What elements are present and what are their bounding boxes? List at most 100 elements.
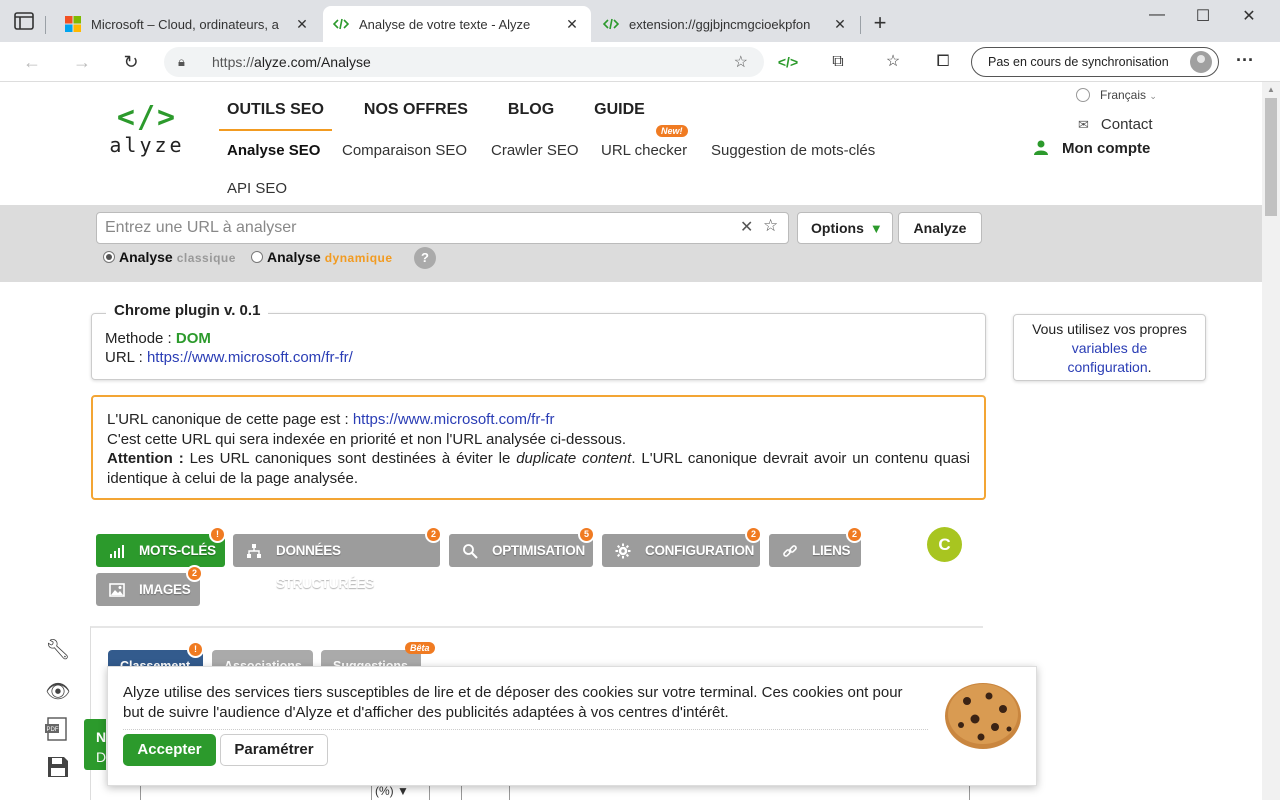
canonical-line: L'URL canonique de cette page est : http… xyxy=(107,410,970,430)
back-icon[interactable]: ← xyxy=(18,48,46,76)
account-link[interactable]: Mon compte xyxy=(1034,140,1150,157)
url-input[interactable] xyxy=(105,217,725,239)
image-icon xyxy=(109,583,125,597)
category-label: IMAGES xyxy=(139,582,191,597)
language-label: Français xyxy=(1100,88,1147,102)
close-tab-icon[interactable]: ✕ xyxy=(831,16,849,33)
category-images[interactable]: IMAGES xyxy=(96,573,200,606)
subnav-suggestion-mots-cles[interactable]: Suggestion de mots-clés xyxy=(711,142,875,159)
radio-analyse-classique[interactable]: Analyse classique xyxy=(103,249,236,265)
tab-alyze[interactable]: Analyse de votre texte - Alyze ✕ xyxy=(323,6,591,42)
nav-nos-offres[interactable]: NOS OFFRES xyxy=(356,101,476,131)
category-mots-cles[interactable]: MOTS-CLÉS xyxy=(96,534,225,567)
extensions-puzzle-icon[interactable]: ⧉ xyxy=(827,51,849,73)
method-label: Methode : xyxy=(105,330,176,347)
analyze-button[interactable]: Analyze xyxy=(898,212,982,244)
contact-label: Contact xyxy=(1100,116,1153,133)
search-band: ✕ ☆ Options▼ Analyze Analyseclassique An… xyxy=(0,205,1262,282)
cookie-settings-button[interactable]: Paramétrer xyxy=(220,734,328,766)
lock-icon[interactable]: 🔒︎ xyxy=(178,54,185,70)
canonical-attention: Attention : Les URL canoniques sont dest… xyxy=(107,449,970,488)
page-viewport: </> alyze OUTILS SEO NOS OFFRES BLOG GUI… xyxy=(0,82,1262,800)
category-configuration[interactable]: CONFIGURATION xyxy=(602,534,760,567)
minimize-icon[interactable]: — xyxy=(1134,6,1180,30)
browser-tabbar: Microsoft – Cloud, ordinateurs, a ✕ Anal… xyxy=(0,0,1280,42)
config-notice-dot: . xyxy=(1147,359,1152,375)
accept-cookies-button[interactable]: Accepter xyxy=(123,734,216,766)
tab-extension[interactable]: extension://ggjbjncmgcioekpfon ✕ xyxy=(593,6,859,42)
subnav-comparaison-seo[interactable]: Comparaison SEO xyxy=(342,142,467,159)
save-icon[interactable] xyxy=(43,755,73,783)
close-tab-icon[interactable]: ✕ xyxy=(563,16,581,33)
forward-icon[interactable]: → xyxy=(68,48,96,76)
favorite-star-icon[interactable]: ☆ xyxy=(763,216,778,236)
beta-badge: Bêta xyxy=(405,642,435,654)
clear-icon[interactable]: ✕ xyxy=(740,217,753,237)
svg-text:PDF: PDF xyxy=(47,727,59,733)
subnav-crawler-seo[interactable]: Crawler SEO xyxy=(491,142,579,159)
eye-icon[interactable]: 👁︎ xyxy=(43,679,73,707)
column-sort-header[interactable]: (%) ▼ xyxy=(375,784,409,798)
canonical-text: L'URL canonique de cette page est : xyxy=(107,411,353,428)
favorites-icon[interactable]: ☆ xyxy=(882,51,904,73)
code-icon xyxy=(333,18,349,30)
subnav-analyse-seo[interactable]: Analyse SEO xyxy=(227,142,320,159)
more-menu-icon[interactable]: ··· xyxy=(1236,50,1254,71)
tab-microsoft[interactable]: Microsoft – Cloud, ordinateurs, a ✕ xyxy=(55,6,321,42)
config-variables-link[interactable]: variables de configuration xyxy=(1067,340,1147,375)
radio-label: Analyse xyxy=(119,249,173,265)
pdf-icon[interactable]: PDF xyxy=(43,717,73,745)
tab-title: Microsoft – Cloud, ordinateurs, a xyxy=(91,16,279,32)
new-tab-icon[interactable]: + xyxy=(868,12,892,36)
close-window-icon[interactable]: ✕ xyxy=(1226,6,1272,30)
site-logo[interactable]: </> alyze xyxy=(108,100,186,157)
address-bar[interactable]: 🔒︎ https://alyze.com/Analyse ☆ xyxy=(164,47,764,77)
category-optimisation[interactable]: OPTIMISATION xyxy=(449,534,593,567)
envelope-icon: ✉ xyxy=(1078,117,1089,132)
analyzed-url-link[interactable]: https://www.microsoft.com/fr-fr/ xyxy=(147,349,353,366)
count-badge: 5 xyxy=(578,526,595,543)
canonical-url-link[interactable]: https://www.microsoft.com/fr-fr xyxy=(353,411,555,428)
scroll-up-icon[interactable]: ▲ xyxy=(1267,85,1275,94)
side-notification-tab[interactable]: ND xyxy=(84,719,106,770)
chevron-down-icon: ⌄ xyxy=(1149,91,1157,101)
wrench-icon[interactable]: 🔧︎ xyxy=(43,637,73,665)
radio-dot xyxy=(103,251,115,263)
language-selector[interactable]: Français ⌄ xyxy=(1076,88,1157,102)
help-icon[interactable]: ? xyxy=(414,247,436,269)
url-host-path: alyze.com/Analyse xyxy=(254,54,371,70)
main-nav: OUTILS SEO NOS OFFRES BLOG GUIDE xyxy=(219,101,677,131)
cookie-divider xyxy=(123,729,928,730)
maximize-icon[interactable]: ☐ xyxy=(1180,6,1226,30)
refresh-icon[interactable]: ↻ xyxy=(117,48,145,76)
page-scrollbar[interactable]: ▲ xyxy=(1262,82,1280,800)
tab-title: Analyse de votre texte - Alyze xyxy=(359,16,531,32)
category-donnees-structurees[interactable]: DONNÉES STRUCTURÉES xyxy=(233,534,440,591)
sitemap-icon xyxy=(247,544,261,558)
cookie-banner: Alyze utilise des services tiers suscept… xyxy=(107,666,1037,786)
nav-outils-seo[interactable]: OUTILS SEO xyxy=(219,101,332,131)
radio-analyse-dynamique[interactable]: Analyse dynamique xyxy=(251,249,393,265)
account-label: Mon compte xyxy=(1062,140,1151,157)
collections-icon[interactable]: ⧠ xyxy=(932,51,954,73)
options-button[interactable]: Options ▼ xyxy=(797,212,893,244)
nav-blog[interactable]: BLOG xyxy=(500,101,562,131)
logo-symbol: </> xyxy=(116,100,178,135)
gear-icon xyxy=(615,543,631,559)
radio-label: Analyse xyxy=(267,249,321,265)
nav-guide[interactable]: GUIDE xyxy=(586,101,653,131)
profile-sync-button[interactable]: Pas en cours de synchronisation xyxy=(971,47,1219,77)
attention-emphasis: duplicate content xyxy=(516,450,632,467)
add-favorite-icon[interactable]: ☆ xyxy=(734,52,748,72)
tab-actions-icon[interactable] xyxy=(14,12,34,30)
radio-dot xyxy=(251,251,263,263)
count-badge: 2 xyxy=(425,526,442,543)
new-badge: New! xyxy=(656,125,688,137)
attention-label: Attention : xyxy=(107,450,184,467)
alyze-extension-icon[interactable]: </> xyxy=(777,51,799,73)
subnav-url-checker[interactable]: URL checker xyxy=(601,142,687,159)
scroll-thumb[interactable] xyxy=(1265,98,1277,216)
subnav-api-seo[interactable]: API SEO xyxy=(227,180,287,197)
contact-link[interactable]: ✉ Contact xyxy=(1078,116,1153,133)
close-tab-icon[interactable]: ✕ xyxy=(293,16,311,33)
